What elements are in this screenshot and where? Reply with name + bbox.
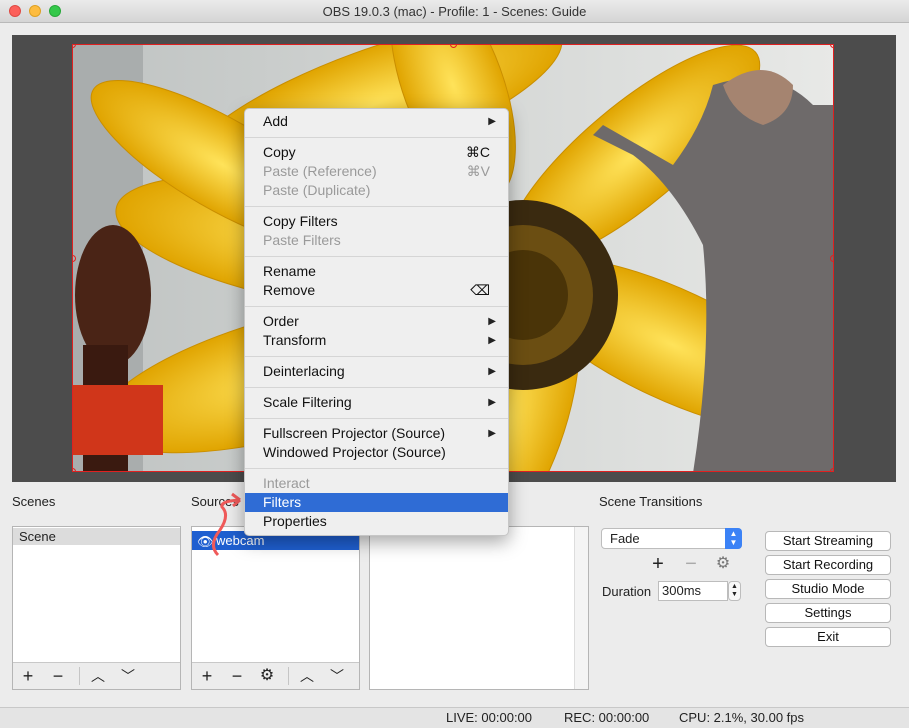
live-status: LIVE: 00:00:00 (446, 710, 533, 725)
menu-item-deinterlacing[interactable]: Deinterlacing ▶ (245, 362, 508, 381)
menu-item-transform[interactable]: Transform ▶ (245, 331, 508, 350)
menu-item-paste-reference: Paste (Reference) ⌘V (263, 163, 490, 179)
menu-separator (245, 137, 508, 138)
menu-separator (245, 306, 508, 307)
menu-item-properties[interactable]: Properties (245, 512, 508, 531)
menu-item-windowed-projector[interactable]: Windowed Projector (Source) (245, 443, 508, 462)
source-up-button[interactable]: ︿ (296, 666, 318, 686)
menu-item-fullscreen-projector[interactable]: Fullscreen Projector (Source) ▶ (245, 424, 508, 443)
submenu-arrow-icon: ▶ (488, 316, 496, 327)
source-context-menu[interactable]: Add ▶ Copy ⌘C Paste (Reference) ⌘V Paste (D… (244, 108, 509, 536)
menu-separator (245, 387, 508, 388)
delete-key-icon: ⌫ (470, 282, 490, 298)
audio-mixer-panel[interactable] (369, 526, 589, 690)
source-properties-gear-icon[interactable]: ⚙ (256, 666, 278, 686)
add-scene-button[interactable]: + (17, 666, 39, 686)
menu-separator (245, 206, 508, 207)
duration-stepper[interactable]: ▲ ▼ (728, 581, 741, 601)
exit-button[interactable]: Exit (765, 627, 891, 647)
scene-item[interactable]: Scene (13, 528, 180, 545)
scenes-label: Scenes (12, 494, 56, 509)
menu-item-remove[interactable]: Remove ⌫ (245, 281, 508, 300)
cpu-status: CPU: 2.1%, 30.00 fps (679, 710, 805, 725)
status-bar: LIVE: 00:00:00 REC: 00:00:00 CPU: 2.1%, … (0, 707, 909, 728)
resize-handle-top-right[interactable] (830, 45, 833, 48)
menu-item-copy[interactable]: Copy ⌘C (245, 143, 508, 162)
scenes-toolbar: + − ︿ ﹀ (13, 662, 180, 689)
duration-input[interactable]: 300ms (658, 581, 728, 601)
start-streaming-button[interactable]: Start Streaming (765, 531, 891, 551)
menu-item-paste-duplicate: Paste (Duplicate) (263, 182, 371, 198)
transition-select-value: Fade (610, 531, 640, 546)
remove-transition-button[interactable]: − (680, 554, 702, 574)
scene-down-button[interactable]: ﹀ (117, 666, 139, 686)
remove-source-button[interactable]: − (226, 666, 248, 686)
studio-mode-button[interactable]: Studio Mode (765, 579, 891, 599)
toolbar-divider (288, 667, 289, 685)
menu-item-interact: Interact (263, 475, 310, 491)
settings-button[interactable]: Settings (765, 603, 891, 623)
transition-settings-gear-icon[interactable]: ⚙ (712, 554, 734, 574)
resize-handle-right[interactable] (830, 255, 833, 262)
menu-separator (245, 356, 508, 357)
menu-separator (245, 468, 508, 469)
window-title: OBS 19.0.3 (mac) - Profile: 1 - Scenes: … (322, 4, 587, 19)
scenes-list[interactable]: Scene + − ︿ ﹀ (12, 526, 181, 690)
submenu-arrow-icon: ▶ (488, 428, 496, 439)
transition-select[interactable]: Fade ▲ ▼ (601, 528, 742, 549)
submenu-arrow-icon: ▶ (488, 366, 496, 377)
duration-label: Duration (602, 584, 652, 599)
add-source-button[interactable]: + (196, 666, 218, 686)
menu-item-filters[interactable]: Filters (245, 493, 508, 512)
submenu-arrow-icon: ▶ (488, 397, 496, 408)
sources-toolbar: + − ⚙ ︿ ﹀ (192, 662, 359, 689)
rec-status: REC: 00:00:00 (564, 710, 650, 725)
menu-separator (245, 256, 508, 257)
scene-transitions-label: Scene Transitions (599, 494, 703, 509)
start-recording-button[interactable]: Start Recording (765, 555, 891, 575)
menu-item-scale-filtering[interactable]: Scale Filtering ▶ (245, 393, 508, 412)
title-bar: OBS 19.0.3 (mac) - Profile: 1 - Scenes: … (0, 0, 909, 23)
menu-item-order[interactable]: Order ▶ (245, 312, 508, 331)
menu-item-rename[interactable]: Rename (245, 262, 508, 281)
submenu-arrow-icon: ▶ (488, 116, 496, 127)
menu-item-copy-filters[interactable]: Copy Filters (245, 212, 508, 231)
toolbar-divider (79, 667, 80, 685)
source-down-button[interactable]: ﹀ (326, 666, 348, 686)
menu-item-paste-filters: Paste Filters (263, 232, 341, 248)
select-chevron-icon: ▲ ▼ (725, 528, 742, 549)
mixer-scrollbar[interactable] (574, 527, 588, 689)
menu-item-add[interactable]: Add ▶ (245, 112, 508, 131)
scene-up-button[interactable]: ︿ (87, 666, 109, 686)
menu-separator (245, 418, 508, 419)
resize-handle-bottom-right[interactable] (830, 468, 833, 471)
remove-scene-button[interactable]: − (47, 666, 69, 686)
submenu-arrow-icon: ▶ (488, 335, 496, 346)
add-transition-button[interactable]: + (647, 554, 669, 574)
resize-handle-bottom-left[interactable] (73, 468, 76, 471)
